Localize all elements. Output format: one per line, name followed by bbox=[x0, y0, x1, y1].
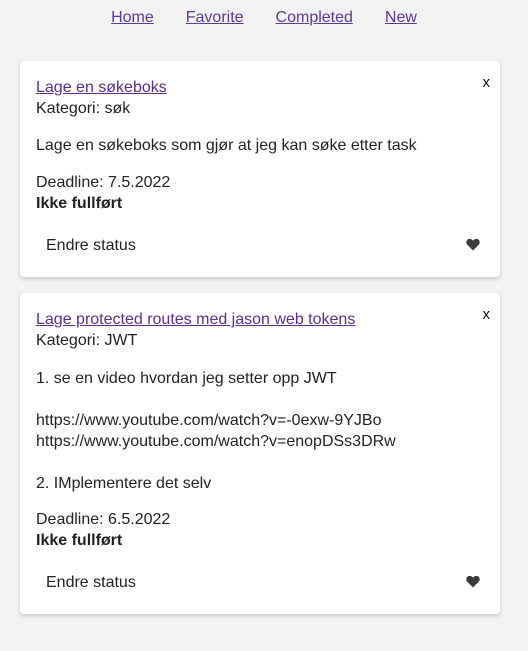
task-category: Kategori: søk bbox=[36, 100, 131, 117]
task-description: Lage en søkeboks som gjør at jeg kan søk… bbox=[36, 137, 417, 154]
nav-favorite-link[interactable]: Favorite bbox=[186, 9, 244, 27]
nav-home-link[interactable]: Home bbox=[111, 9, 154, 27]
nav-new-link[interactable]: New bbox=[385, 9, 417, 27]
task-category: Kategori: JWT bbox=[36, 332, 138, 349]
nav-completed-link[interactable]: Completed bbox=[276, 9, 353, 27]
task-status: Ikke fullført bbox=[36, 195, 123, 212]
main-nav: Home Favorite Completed New bbox=[0, 9, 528, 27]
task-deadline: Deadline: 7.5.2022 bbox=[36, 174, 171, 191]
task-card: x Lage en søkeboks Kategori: søk Lage en… bbox=[20, 61, 500, 277]
change-status-button[interactable]: Endre status bbox=[46, 574, 136, 592]
task-description: 1. se en video hvordan jeg setter opp JW… bbox=[36, 370, 396, 492]
task-card: x Lage protected routes med jason web to… bbox=[20, 293, 500, 614]
close-icon[interactable]: x bbox=[483, 307, 491, 322]
task-title[interactable]: Lage protected routes med jason web toke… bbox=[36, 311, 355, 329]
heart-icon[interactable] bbox=[466, 238, 480, 251]
task-deadline: Deadline: 6.5.2022 bbox=[36, 511, 171, 528]
close-icon[interactable]: x bbox=[483, 75, 491, 90]
task-title[interactable]: Lage en søkeboks bbox=[36, 79, 167, 97]
task-status: Ikke fullført bbox=[36, 532, 123, 549]
change-status-button[interactable]: Endre status bbox=[46, 237, 136, 255]
heart-icon[interactable] bbox=[466, 575, 480, 588]
